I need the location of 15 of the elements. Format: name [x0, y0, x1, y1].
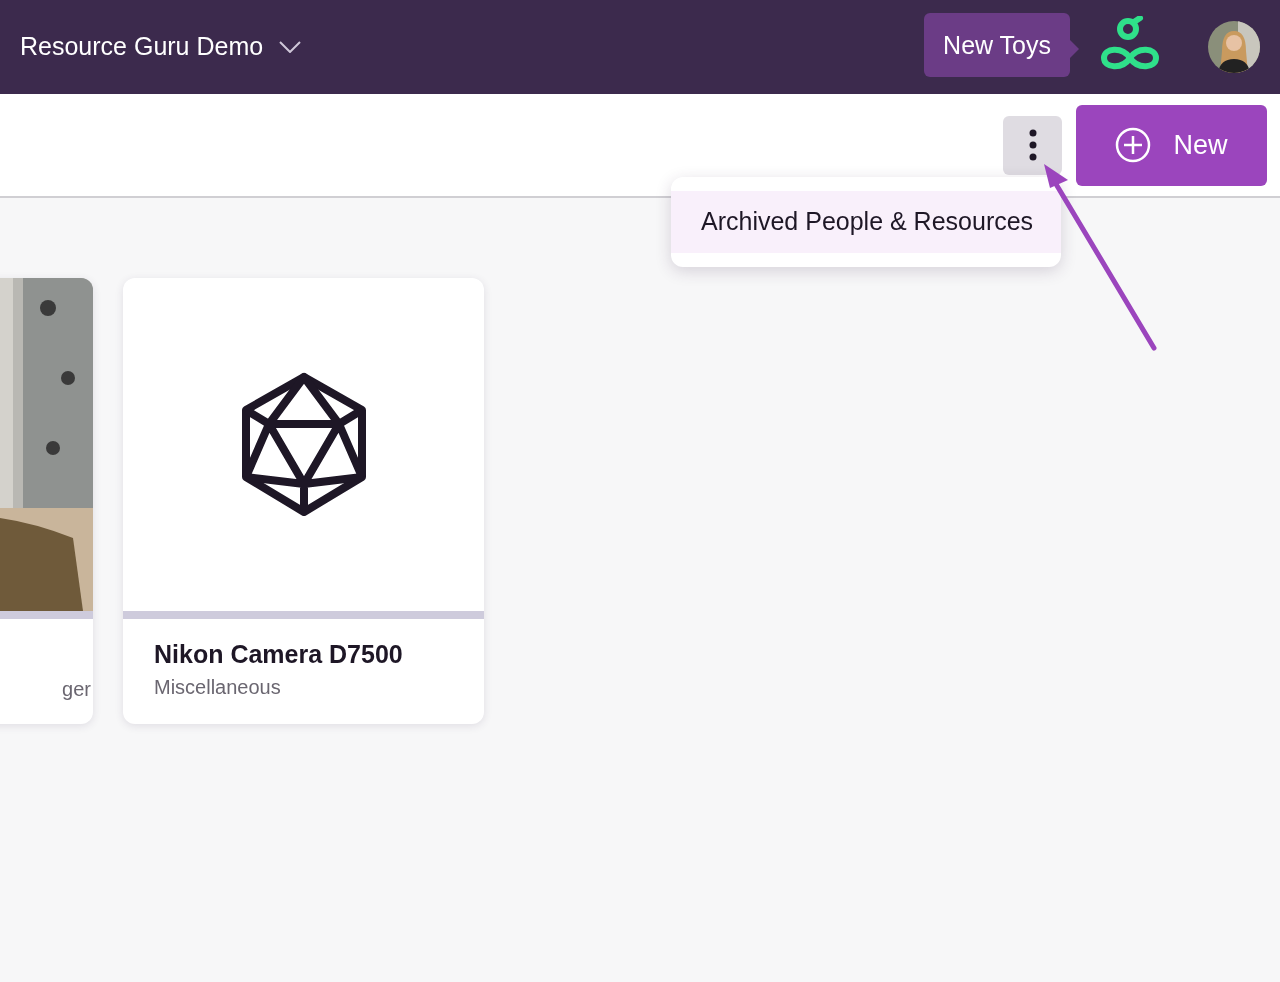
resource-name: Nikon Camera D7500: [154, 639, 403, 669]
tooltip-pointer: [1070, 40, 1079, 58]
more-vertical-icon: [1028, 129, 1037, 161]
logo-icon[interactable]: [1100, 16, 1160, 72]
resource-card[interactable]: ger: [0, 278, 93, 724]
plus-circle-icon: [1115, 127, 1152, 163]
new-button[interactable]: New: [1076, 104, 1267, 186]
resource-type: ger: [62, 677, 92, 702]
resource-card[interactable]: Nikon Camera D7500 Miscellaneous: [123, 278, 484, 724]
menu-item[interactable]: Archived People & Resources: [671, 191, 1061, 253]
more-options-button[interactable]: [1003, 115, 1062, 175]
chevron-down-icon: [279, 41, 302, 53]
workspace-switcher[interactable]: Resource Guru Demo: [20, 28, 302, 66]
tooltip: New Toys: [924, 13, 1070, 77]
resource-type: Miscellaneous: [154, 675, 281, 700]
